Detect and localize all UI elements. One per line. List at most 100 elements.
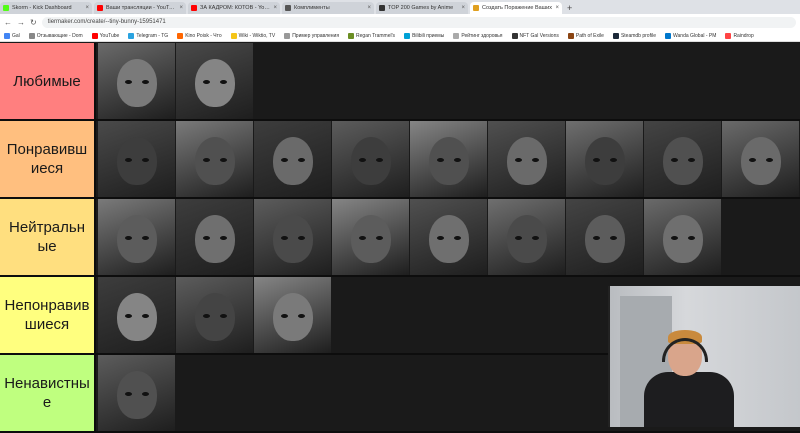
close-icon[interactable]: × — [555, 5, 559, 11]
tier-label[interactable]: Ненавистные — [0, 355, 96, 431]
bookmark-item[interactable]: Отзывающие - Dom — [28, 32, 83, 39]
character-portrait[interactable] — [566, 121, 643, 197]
bookmark-label: Kino Poisk - Что — [185, 32, 222, 39]
portrait-eye — [358, 157, 366, 162]
bookmark-item[interactable]: Пример управления — [284, 32, 339, 39]
portrait-face — [116, 136, 157, 185]
character-portrait[interactable] — [722, 121, 799, 197]
bookmark-item[interactable]: Gal — [4, 32, 20, 39]
bookmark-item[interactable]: YouTube — [91, 32, 120, 39]
portrait-face — [116, 292, 157, 341]
character-portrait[interactable] — [644, 199, 721, 275]
portrait-face — [194, 214, 235, 263]
portrait-face — [740, 136, 781, 185]
browser-tab[interactable]: Комплименты × — [282, 2, 374, 14]
forward-arrow-icon[interactable]: → — [17, 18, 25, 27]
portrait-eye — [687, 157, 695, 162]
portrait-eye — [202, 235, 210, 240]
character-portrait[interactable] — [176, 199, 253, 275]
tab-favicon-icon — [97, 5, 103, 11]
portrait-face — [584, 136, 625, 185]
character-portrait[interactable] — [98, 355, 175, 431]
close-icon[interactable]: × — [461, 5, 465, 11]
character-portrait[interactable] — [332, 199, 409, 275]
portrait-eye — [297, 235, 305, 240]
character-portrait[interactable] — [644, 121, 721, 197]
character-portrait[interactable] — [176, 121, 253, 197]
bookmark-icon — [725, 32, 732, 39]
bookmark-icon — [567, 32, 574, 39]
portrait-eye — [280, 157, 288, 162]
character-portrait[interactable] — [488, 121, 565, 197]
character-portrait[interactable] — [332, 121, 409, 197]
character-portrait[interactable] — [98, 121, 175, 197]
bookmark-icon — [177, 32, 184, 39]
close-icon[interactable]: × — [367, 5, 371, 11]
character-portrait[interactable] — [98, 277, 175, 353]
bookmark-item[interactable]: Рейтинг здоровья — [453, 32, 503, 39]
character-portrait[interactable] — [254, 121, 331, 197]
character-portrait[interactable] — [98, 199, 175, 275]
browser-tab-active[interactable]: Создать Поражение Ваших × — [470, 2, 562, 14]
url-input[interactable]: tiermaker.com/create/--tiny-bunny-159514… — [41, 16, 796, 28]
character-portrait[interactable] — [254, 277, 331, 353]
back-arrow-icon[interactable]: ← — [4, 18, 12, 27]
bookmark-item[interactable]: Wiki - Wiktio, TV — [230, 32, 275, 39]
portrait-eye — [453, 235, 461, 240]
portrait-eye — [219, 79, 227, 84]
portrait-eye — [687, 235, 695, 240]
close-icon[interactable]: × — [179, 5, 183, 11]
reload-icon[interactable]: ↻ — [30, 18, 37, 27]
bookmark-item[interactable]: Telegram - TG — [128, 32, 168, 39]
portrait-eye — [202, 157, 210, 162]
browser-tab[interactable]: Skorm - Kick Dashboard × — [0, 2, 92, 14]
character-portrait[interactable] — [98, 43, 175, 119]
tier-label[interactable]: Нейтральные — [0, 199, 96, 275]
bookmark-item[interactable]: Kino Poisk - Что — [177, 32, 222, 39]
streamer-body — [644, 372, 734, 427]
character-portrait[interactable] — [254, 199, 331, 275]
tab-favicon-icon — [285, 5, 291, 11]
character-portrait[interactable] — [176, 43, 253, 119]
portrait-eye — [531, 235, 539, 240]
close-icon[interactable]: × — [85, 5, 89, 11]
portrait-eye — [670, 157, 678, 162]
portrait-eye — [436, 157, 444, 162]
bookmark-icon — [612, 32, 619, 39]
bookmark-item[interactable]: NFT Gal Versions — [511, 32, 559, 39]
bookmark-icon — [28, 32, 35, 39]
browser-tab[interactable]: TOP 200 Games by Anime × — [376, 2, 468, 14]
bookmark-label: Path of Exile — [575, 32, 604, 39]
character-portrait[interactable] — [176, 277, 253, 353]
tier-label[interactable]: Непонравившиеся — [0, 277, 96, 353]
bookmark-item[interactable]: Steamdb profile — [612, 32, 656, 39]
tier-row: Любимые — [0, 43, 800, 121]
browser-tab[interactable]: Ваши трансляции - YouTube × — [94, 2, 186, 14]
portrait-face — [194, 58, 235, 107]
character-portrait[interactable] — [488, 199, 565, 275]
new-tab-button[interactable]: + — [567, 2, 572, 14]
portrait-eye — [375, 157, 383, 162]
bookmark-item[interactable]: Path of Exile — [567, 32, 604, 39]
bookmark-label: YouTube — [99, 32, 120, 39]
bookmark-item[interactable]: Raindrop — [725, 32, 754, 39]
tab-label: Комплименты — [294, 5, 330, 11]
bookmark-item[interactable]: Wanda Global - PM — [664, 32, 716, 39]
character-portrait[interactable] — [410, 121, 487, 197]
tier-label[interactable]: Любимые — [0, 43, 96, 119]
character-portrait[interactable] — [566, 199, 643, 275]
portrait-eye — [592, 157, 600, 162]
tier-row: Понравившиеся — [0, 121, 800, 199]
bookmark-item[interactable]: Regan Trammel's — [348, 32, 395, 39]
portrait-eye — [375, 235, 383, 240]
browser-tab[interactable]: ЗА КАДРОМ: КОТОВ - YouTube× — [188, 2, 280, 14]
bookmark-item[interactable]: Bilibili приемы — [404, 32, 444, 39]
bookmark-label: Raindrop — [733, 32, 754, 39]
webcam-overlay — [608, 286, 800, 427]
character-portrait[interactable] — [410, 199, 487, 275]
close-icon[interactable]: × — [273, 5, 277, 11]
portrait-eye — [124, 157, 132, 162]
portrait-eye — [219, 157, 227, 162]
tier-label[interactable]: Понравившиеся — [0, 121, 96, 197]
portrait-eye — [202, 313, 210, 318]
